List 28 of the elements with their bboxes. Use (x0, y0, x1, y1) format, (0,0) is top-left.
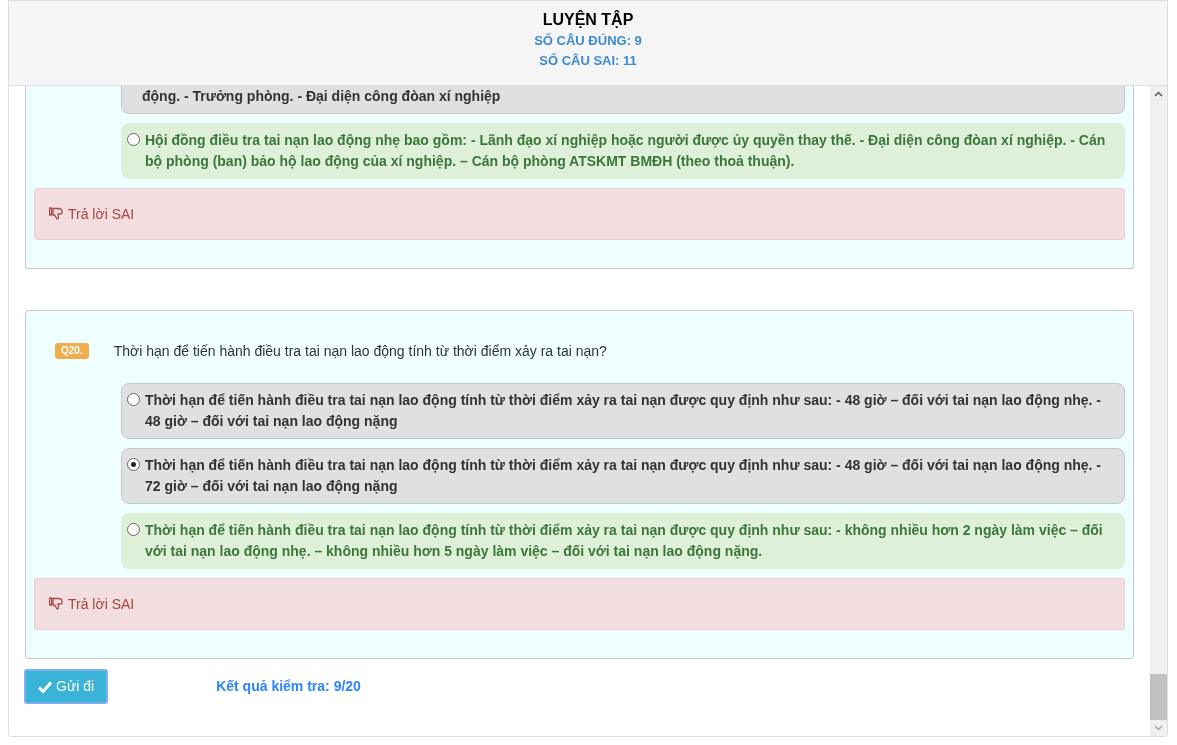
page-title: LUYỆN TẬP (542, 9, 634, 30)
option-text: Thời hạn để tiến hành điều tra tai nạn lao động tính từ thời điểm xảy ra tai nạn được quy định như sau: - 48 giờ – đối với tai nạn lao động nhẹ. - 72 giờ – đối với tai nạn lao động nặng (145, 456, 1103, 496)
scroll-up-icon[interactable] (1154, 91, 1163, 97)
answer-option[interactable]: Thời hạn để tiến hành điều tra tai nạn lao động tính từ thời điểm xảy ra tai nạn được quy định như sau: - 48 giờ – đối với tai nạn lao động nhẹ. - 48 giờ – đối với tai nạn lao động nặng (121, 383, 1125, 439)
option-text: Hội đồng điều tra tai nạn lao động nhẹ bao gồm: - Lãnh đạo xí nghiệp hoặc người được ủy quyền thay thế. - Đại diện công đòan xí nghiệp. - Cán bộ phòng (ban) bảo hộ lao động của xí nghiệp. – Cán bộ phòng ATSKMT BMĐH (theo thoả thuận). (145, 131, 1107, 171)
wrong-count: SỐ CÂU SAI: 11 (539, 52, 637, 70)
answer-option[interactable]: động. - Trưởng phòng. - Đại diện công đòan xí nghiệp (121, 86, 1125, 114)
option-text: động. - Trưởng phòng. - Đại diện công đòan xí nghiệp (142, 87, 501, 106)
thumbs-down-icon (49, 597, 64, 611)
correct-count: SỐ CÂU ĐÚNG: 9 (534, 32, 642, 50)
question-number-badge: Q20. (55, 343, 89, 359)
radio-button[interactable] (127, 133, 140, 146)
scroll-thumb[interactable] (1150, 674, 1167, 720)
radio-button[interactable] (127, 393, 140, 406)
answer-option[interactable] (121, 123, 1125, 179)
result-text: Trả lời SAI (68, 204, 135, 224)
scrollbar[interactable] (1150, 86, 1167, 736)
answer-option[interactable]: Thời hạn để tiến hành điều tra tai nạn lao động tính từ thời điểm xảy ra tai nạn được quy định như sau: - 48 giờ – đối với tai nạn lao động nhẹ. - 72 giờ – đối với tai nạn lao động nặng (121, 448, 1125, 504)
radio-button[interactable] (127, 458, 140, 471)
answer-option[interactable] (121, 513, 1125, 569)
question-text: Thời hạn để tiến hành điều tra tai nạn lao động tính từ thời điểm xảy ra tai nạn? (113, 342, 607, 361)
option-text: Thời hạn để tiến hành điều tra tai nạn lao động tính từ thời điểm xảy ra tai nạn được quy định như sau: - 48 giờ – đối với tai nạn lao động nhẹ. - 48 giờ – đối với tai nạn lao động nặng (145, 391, 1103, 431)
checkmark-icon (38, 680, 52, 693)
result-text: Trả lời SAI (68, 594, 135, 614)
test-score: Kết quả kiểm tra: 9/20 (216, 677, 361, 696)
option-text: Thời hạn để tiến hành điều tra tai nạn lao động tính từ thời điểm xảy ra tai nạn được quy định như sau: - không nhiều hơn 2 ngày làm việc – đối với tai nạn lao động nhẹ. – không nhiều hơn 5 ngày làm việc – đối với tai nạn lao động nặng. (145, 521, 1104, 561)
radio-button[interactable] (127, 523, 140, 536)
thumbs-down-icon (49, 207, 64, 221)
